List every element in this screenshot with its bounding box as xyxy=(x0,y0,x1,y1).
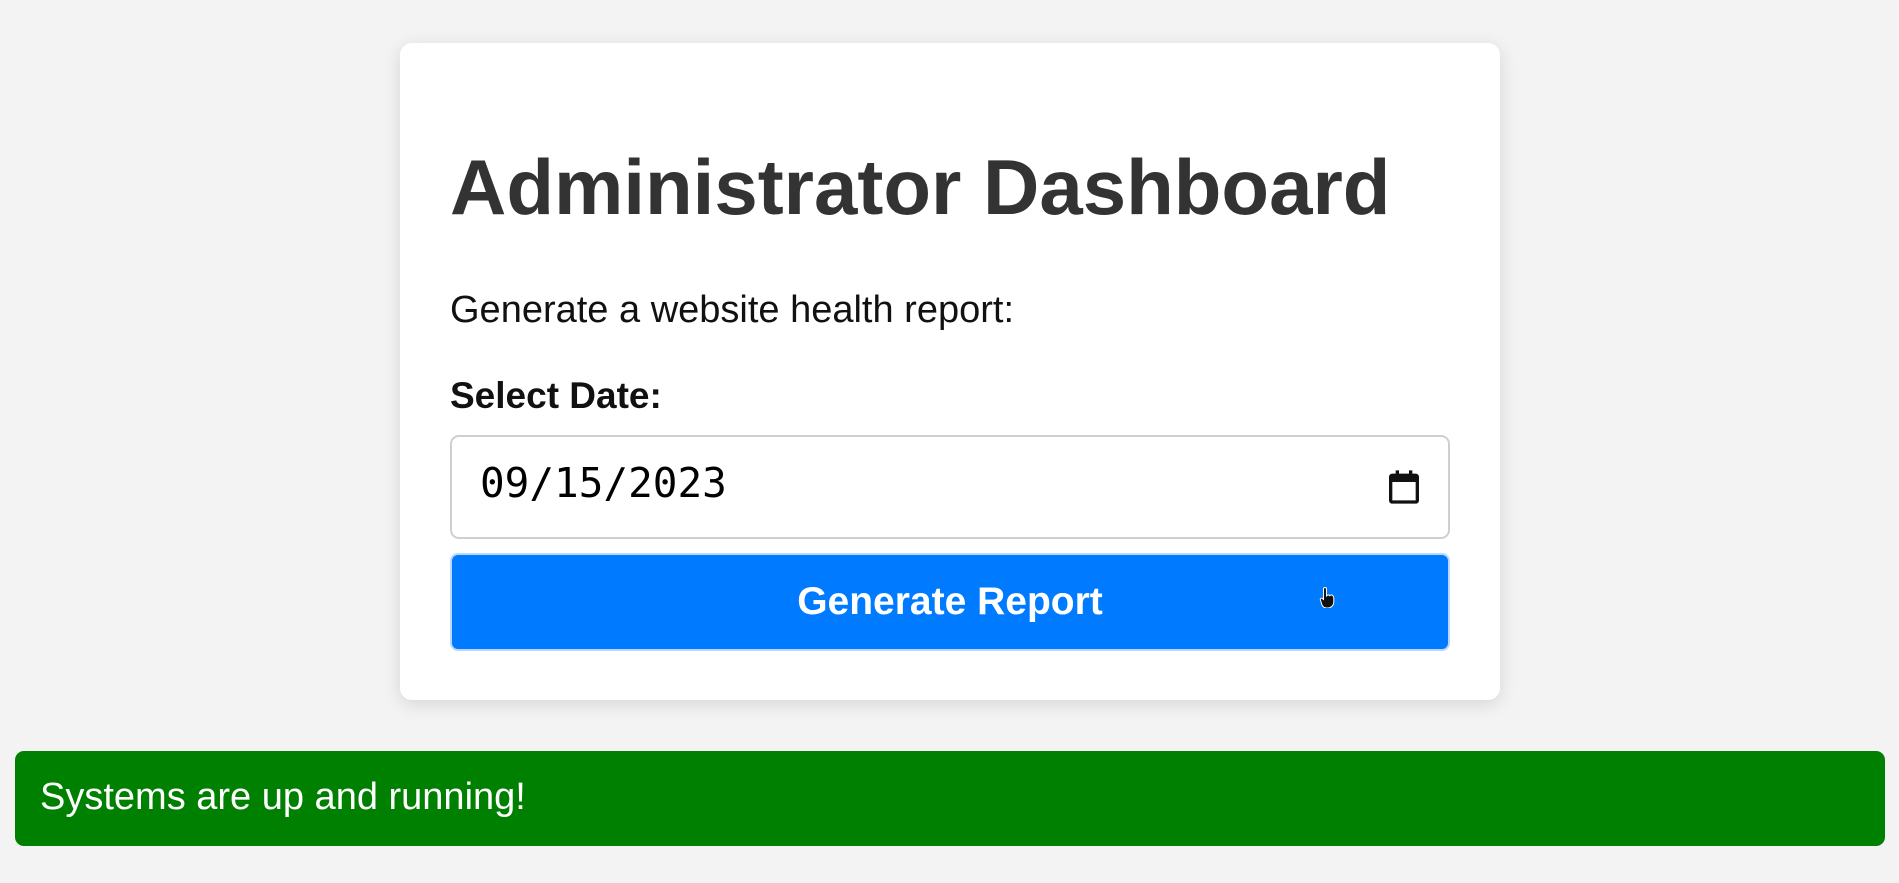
calendar-icon[interactable] xyxy=(1384,467,1424,507)
generate-report-button[interactable]: Generate Report xyxy=(450,553,1450,651)
date-input[interactable]: 09/15/2023 xyxy=(450,435,1450,539)
date-value: 09/15/2023 xyxy=(480,459,727,507)
date-label: Select Date: xyxy=(450,375,662,416)
status-message: Systems are up and running! xyxy=(40,776,526,818)
dashboard-card: Administrator Dashboard Generate a websi… xyxy=(400,43,1500,700)
report-description: Generate a website health report: xyxy=(450,289,1015,331)
page-title: Administrator Dashboard xyxy=(450,143,1391,231)
status-banner: Systems are up and running! xyxy=(15,751,1885,846)
